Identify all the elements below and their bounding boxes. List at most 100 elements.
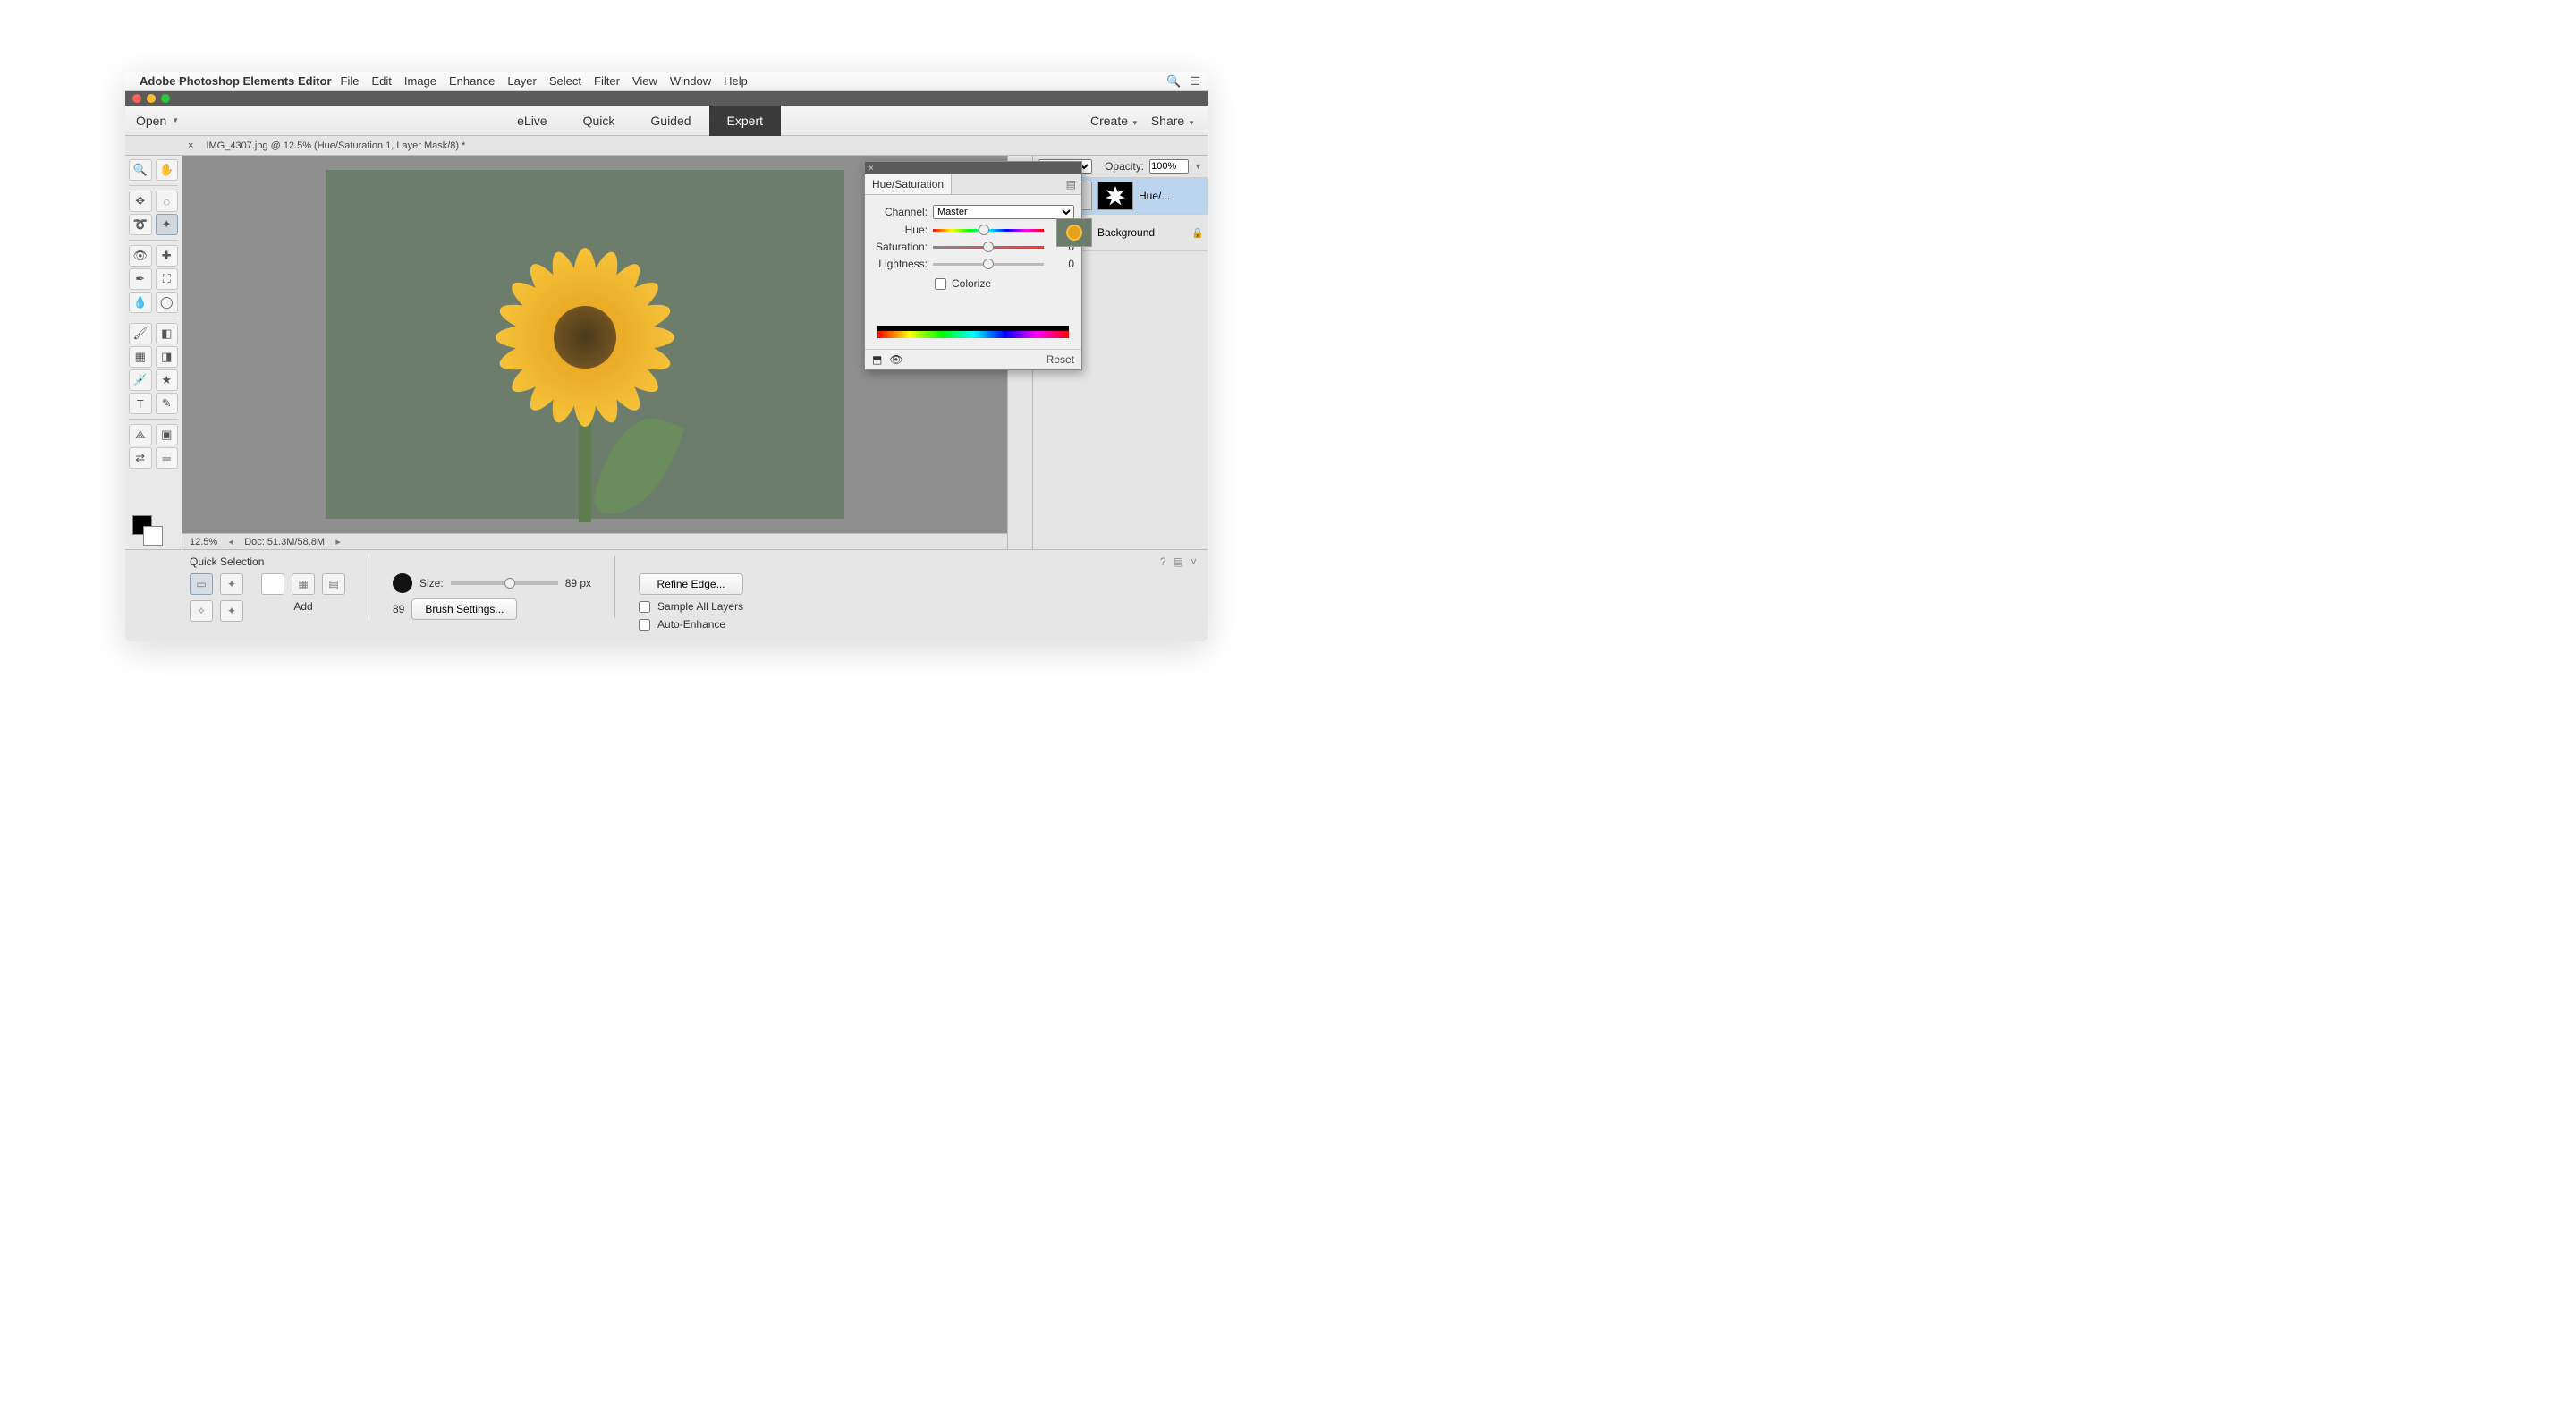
content-aware-tool-icon[interactable]: ⇄ bbox=[129, 447, 152, 469]
menu-view[interactable]: View bbox=[632, 74, 657, 88]
create-menu[interactable]: Create ▼ bbox=[1090, 114, 1139, 128]
menu-extra-icon[interactable]: ☰ bbox=[1190, 74, 1200, 89]
tab-quick[interactable]: Quick bbox=[565, 106, 633, 136]
clip-to-layer-icon[interactable]: ⬒ bbox=[872, 353, 882, 366]
gradient-tool-icon[interactable]: ◨ bbox=[156, 346, 179, 368]
menu-image[interactable]: Image bbox=[404, 74, 436, 88]
size-number[interactable]: 89 bbox=[393, 603, 404, 615]
document-tab-strip: × IMG_4307.jpg @ 12.5% (Hue/Saturation 1… bbox=[125, 136, 1208, 156]
hue-slider[interactable] bbox=[933, 225, 1044, 235]
layer-name[interactable]: Background bbox=[1097, 226, 1186, 239]
brush-preview-icon[interactable] bbox=[393, 573, 412, 593]
shape-tool-icon[interactable]: ★ bbox=[156, 369, 179, 391]
mode-new-selection-icon[interactable]: ▭ bbox=[190, 573, 213, 595]
zoom-tool-icon[interactable]: 🔍 bbox=[129, 159, 152, 181]
tab-expert[interactable]: Expert bbox=[709, 106, 781, 136]
add-label: Add bbox=[293, 600, 312, 613]
brush-tool-icon[interactable]: 🖌 bbox=[129, 323, 152, 344]
menu-file[interactable]: File bbox=[341, 74, 360, 88]
auto-enhance-checkbox[interactable] bbox=[639, 619, 650, 631]
opacity-chevron-icon[interactable]: ▼ bbox=[1194, 162, 1202, 171]
mode-add-selection-icon[interactable]: ✦ bbox=[220, 573, 243, 595]
zoom-level[interactable]: 12.5% bbox=[190, 537, 217, 547]
crop-tool-icon[interactable]: ⟁ bbox=[129, 424, 152, 445]
size-label: Size: bbox=[419, 577, 444, 589]
menu-enhance[interactable]: Enhance bbox=[449, 74, 495, 88]
sponge-tool-icon[interactable]: ◯ bbox=[156, 292, 179, 313]
mask-thumb[interactable] bbox=[1097, 182, 1133, 210]
paint-bucket-tool-icon[interactable]: ▦ bbox=[129, 346, 152, 368]
layer-name[interactable]: Hue/... bbox=[1139, 190, 1204, 202]
panel-menu-icon[interactable]: ▤ bbox=[1061, 174, 1081, 194]
channel-select[interactable]: Master bbox=[933, 205, 1074, 219]
quick-selection-tool-icon[interactable]: ✦ bbox=[156, 214, 179, 235]
sample-all-layers-checkbox[interactable] bbox=[639, 601, 650, 613]
zoom-prev-icon[interactable]: ◂ bbox=[225, 536, 237, 547]
close-tab-icon[interactable]: × bbox=[188, 140, 193, 151]
color-swatches[interactable] bbox=[132, 515, 163, 546]
menu-filter[interactable]: Filter bbox=[594, 74, 620, 88]
layer-row[interactable]: 👁 Background 🔒 bbox=[1033, 215, 1208, 251]
collapse-icon[interactable]: ˅ bbox=[1191, 556, 1197, 568]
chevron-down-icon: ▼ bbox=[1131, 119, 1139, 127]
brush-swatch-1[interactable] bbox=[261, 573, 284, 595]
recompose-tool-icon[interactable]: ▣ bbox=[156, 424, 179, 445]
eraser-tool-icon[interactable]: ◧ bbox=[156, 323, 179, 344]
blur-tool-icon[interactable]: 💧 bbox=[129, 292, 152, 313]
marquee-tool-icon[interactable]: ◌ bbox=[156, 191, 179, 212]
opacity-input[interactable] bbox=[1149, 159, 1189, 174]
colorize-checkbox[interactable] bbox=[935, 278, 946, 290]
panel-close-icon[interactable]: × bbox=[869, 164, 874, 174]
tab-guided[interactable]: Guided bbox=[632, 106, 708, 136]
size-slider[interactable] bbox=[451, 581, 558, 585]
mode-subtract-selection-icon[interactable]: ✧ bbox=[190, 600, 213, 622]
zoom-next-icon[interactable]: ▸ bbox=[332, 536, 344, 547]
canvas[interactable]: 12.5% ◂ Doc: 51.3M/58.8M ▸ × Hue/Saturat… bbox=[182, 156, 1007, 549]
tool-options-title: Quick Selection bbox=[190, 556, 264, 568]
redeye-tool-icon[interactable]: 👁 bbox=[129, 245, 152, 267]
smart-brush-tool-icon[interactable]: ✒ bbox=[129, 268, 152, 290]
pencil-tool-icon[interactable]: ✎ bbox=[156, 393, 179, 414]
healing-tool-icon[interactable]: ✚ bbox=[156, 245, 179, 267]
brush-swatch-3[interactable]: ▤ bbox=[322, 573, 345, 595]
search-icon[interactable]: 🔍 bbox=[1166, 74, 1181, 89]
move-tool-icon[interactable]: ✥ bbox=[129, 191, 152, 212]
mode-intersect-selection-icon[interactable]: ✦ bbox=[220, 600, 243, 622]
straighten-tool-icon[interactable]: ═ bbox=[156, 447, 179, 469]
hue-strip-bottom bbox=[877, 331, 1069, 338]
hand-tool-icon[interactable]: ✋ bbox=[156, 159, 179, 181]
type-tool-icon[interactable]: T bbox=[129, 393, 152, 414]
visibility-icon[interactable]: 👁 bbox=[889, 353, 902, 366]
channel-label: Channel: bbox=[872, 206, 928, 218]
menu-edit[interactable]: Edit bbox=[371, 74, 391, 88]
brush-swatch-2[interactable]: ▦ bbox=[292, 573, 315, 595]
refine-edge-button[interactable]: Refine Edge... bbox=[639, 573, 743, 595]
saturation-slider[interactable] bbox=[933, 242, 1044, 252]
menu-layer[interactable]: Layer bbox=[507, 74, 537, 88]
open-menu[interactable]: Open ▼ bbox=[125, 114, 190, 128]
document-tab[interactable]: IMG_4307.jpg @ 12.5% (Hue/Saturation 1, … bbox=[199, 140, 472, 151]
brush-settings-button[interactable]: Brush Settings... bbox=[411, 598, 517, 620]
lightness-label: Lightness: bbox=[872, 258, 928, 270]
tab-elive[interactable]: eLive bbox=[499, 106, 564, 136]
reset-button[interactable]: Reset bbox=[1046, 353, 1074, 366]
eyedropper-tool-icon[interactable]: 💉 bbox=[129, 369, 152, 391]
lasso-tool-icon[interactable]: ➰ bbox=[129, 214, 152, 235]
menu-window[interactable]: Window bbox=[670, 74, 711, 88]
chevron-down-icon: ▼ bbox=[1188, 119, 1195, 127]
options-menu-icon[interactable]: ▤ bbox=[1174, 556, 1183, 568]
background-swatch[interactable] bbox=[143, 526, 163, 546]
lightness-slider[interactable] bbox=[933, 259, 1044, 269]
close-window-icon[interactable] bbox=[132, 94, 141, 103]
zoom-window-icon[interactable] bbox=[161, 94, 170, 103]
panel-tab[interactable]: Hue/Saturation bbox=[865, 174, 952, 194]
saturation-label: Saturation: bbox=[872, 241, 928, 253]
clone-stamp-tool-icon[interactable]: ⛶ bbox=[156, 268, 179, 290]
document-image bbox=[326, 170, 844, 519]
minimize-window-icon[interactable] bbox=[147, 94, 156, 103]
menu-select[interactable]: Select bbox=[549, 74, 581, 88]
share-menu[interactable]: Share ▼ bbox=[1151, 114, 1195, 128]
hue-saturation-panel[interactable]: × Hue/Saturation ▤ Channel: Master Hue: … bbox=[864, 161, 1082, 370]
help-icon[interactable]: ? bbox=[1160, 556, 1166, 568]
menu-help[interactable]: Help bbox=[724, 74, 748, 88]
